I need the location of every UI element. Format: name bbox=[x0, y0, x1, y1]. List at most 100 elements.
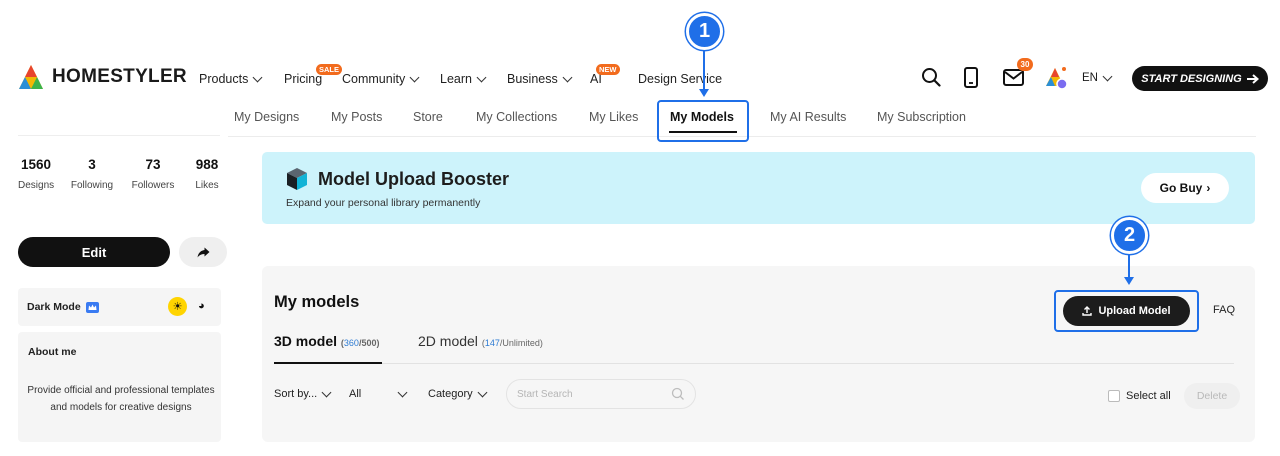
nav-label: Pricing bbox=[284, 72, 323, 86]
language-selector[interactable]: EN bbox=[1082, 71, 1113, 84]
category-dropdown[interactable]: Category bbox=[428, 387, 488, 400]
stat-likes[interactable]: 988 Likes bbox=[192, 157, 222, 191]
tab-3d-model[interactable]: 3D model (360/500) bbox=[274, 333, 379, 349]
chevron-down-icon bbox=[1102, 71, 1113, 81]
stat-value: 73 bbox=[145, 157, 161, 172]
all-dropdown[interactable]: All bbox=[349, 387, 408, 400]
light-mode-toggle[interactable]: ☀ bbox=[168, 297, 187, 316]
chevron-down-icon bbox=[252, 72, 263, 82]
highlight-upload-model bbox=[1054, 290, 1199, 332]
tab-my-designs[interactable]: My Designs bbox=[234, 110, 299, 124]
stat-following[interactable]: 3 Following bbox=[68, 157, 116, 191]
sort-label: Sort by... bbox=[274, 388, 318, 400]
my-models-title: My models bbox=[274, 293, 360, 311]
about-me-card: About me Provide official and profession… bbox=[18, 332, 221, 442]
nav-design-service[interactable]: Design Service bbox=[638, 70, 722, 88]
faq-link[interactable]: FAQ bbox=[1213, 304, 1235, 316]
tab-count: (360/500) bbox=[340, 338, 380, 348]
arrow-right-icon bbox=[1246, 73, 1259, 84]
chevron-down-icon bbox=[409, 72, 420, 82]
tabs-divider bbox=[274, 363, 1234, 364]
new-badge: NEW bbox=[596, 64, 620, 75]
all-label: All bbox=[349, 388, 362, 400]
delete-button[interactable]: Delete bbox=[1184, 383, 1240, 409]
count-used: 360 bbox=[343, 338, 359, 348]
nav-label: Business bbox=[507, 72, 558, 86]
chevron-down-icon bbox=[321, 387, 332, 397]
search-icon[interactable] bbox=[671, 387, 685, 401]
brand-logo[interactable]: HOMESTYLER bbox=[18, 64, 187, 90]
edit-profile-button[interactable]: Edit bbox=[18, 237, 170, 267]
nav-label: Products bbox=[199, 72, 249, 86]
share-arrow-icon bbox=[197, 247, 209, 257]
go-buy-button[interactable]: Go Buy › bbox=[1141, 173, 1229, 203]
nav-label: Community bbox=[342, 72, 406, 86]
search-icon[interactable] bbox=[921, 67, 941, 87]
stat-followers[interactable]: 73 Followers bbox=[130, 157, 176, 191]
brand-name: HOMESTYLER bbox=[52, 66, 187, 87]
arrow-head-icon bbox=[1124, 277, 1134, 285]
chevron-down-icon bbox=[477, 387, 488, 397]
count-limit: /Unlimited bbox=[499, 338, 540, 348]
step-arrow-1 bbox=[703, 50, 705, 90]
search-input[interactable]: Start Search bbox=[506, 379, 696, 409]
share-button[interactable] bbox=[179, 237, 227, 267]
category-label: Category bbox=[428, 388, 473, 400]
dark-mode-label: Dark Mode bbox=[27, 301, 81, 313]
stat-value: 988 bbox=[195, 157, 219, 172]
chevron-down-icon bbox=[397, 387, 408, 397]
active-model-tab-indicator bbox=[274, 362, 382, 364]
about-me-title: About me bbox=[28, 346, 77, 358]
nav-products[interactable]: Products bbox=[199, 70, 263, 88]
sidebar-divider bbox=[18, 135, 220, 136]
select-all-label[interactable]: Select all bbox=[1126, 390, 1171, 402]
select-all-checkbox[interactable] bbox=[1108, 390, 1120, 402]
booster-subtitle: Expand your personal library permanently bbox=[286, 197, 481, 209]
nav-learn[interactable]: Learn bbox=[440, 70, 487, 88]
tab-store[interactable]: Store bbox=[413, 110, 443, 124]
go-buy-label: Go Buy bbox=[1159, 181, 1203, 195]
chevron-right-icon: › bbox=[1206, 181, 1211, 195]
count-used: 147 bbox=[484, 338, 500, 348]
profile-subtabs: My Designs My Posts Store My Collections… bbox=[0, 110, 1280, 126]
step-marker-1: 1 bbox=[686, 13, 723, 50]
tab-label: 3D model bbox=[274, 333, 338, 349]
start-designing-label: START DESIGNING bbox=[1141, 72, 1242, 85]
mobile-icon[interactable] bbox=[963, 67, 979, 88]
tab-my-collections[interactable]: My Collections bbox=[476, 110, 557, 124]
crown-icon bbox=[85, 301, 99, 313]
chevron-down-icon bbox=[476, 72, 487, 82]
tab-my-likes[interactable]: My Likes bbox=[589, 110, 638, 124]
mail-count-badge: 30 bbox=[1017, 58, 1033, 71]
homestyler-logo-icon bbox=[19, 65, 43, 89]
tab-my-subscription[interactable]: My Subscription bbox=[877, 110, 966, 124]
tab-my-posts[interactable]: My Posts bbox=[331, 110, 382, 124]
arrow-head-icon bbox=[699, 89, 709, 97]
stat-label: Likes bbox=[195, 180, 219, 191]
stat-label: Designs bbox=[18, 180, 55, 191]
booster-title: Model Upload Booster bbox=[318, 169, 510, 189]
stat-label: Following bbox=[70, 180, 114, 191]
tab-label: 2D model bbox=[418, 333, 478, 349]
sale-badge: SALE bbox=[316, 64, 343, 75]
avatar[interactable] bbox=[1046, 66, 1068, 90]
dark-mode-label-wrap: Dark Mode bbox=[27, 301, 99, 313]
nav-business[interactable]: Business bbox=[507, 70, 573, 88]
nav-community[interactable]: Community bbox=[342, 70, 420, 88]
count-limit: /500 bbox=[358, 338, 377, 348]
mail-icon[interactable] bbox=[1003, 69, 1024, 86]
step-arrow-2 bbox=[1128, 254, 1130, 278]
tab-2d-model[interactable]: 2D model (147/Unlimited) bbox=[418, 333, 543, 349]
stat-value: 3 bbox=[88, 157, 96, 172]
tab-my-ai-results[interactable]: My AI Results bbox=[770, 110, 846, 124]
chevron-down-icon bbox=[562, 72, 573, 82]
stat-value: 1560 bbox=[20, 157, 52, 172]
nav-label: Design Service bbox=[638, 72, 723, 86]
stat-designs[interactable]: 1560 Designs bbox=[18, 157, 54, 191]
model-upload-booster-banner: Model Upload Booster Expand your persona… bbox=[262, 152, 1255, 224]
highlight-my-models-tab bbox=[657, 100, 749, 142]
sort-by-dropdown[interactable]: Sort by... bbox=[274, 387, 332, 400]
language-label: EN bbox=[1082, 72, 1098, 84]
start-designing-button[interactable]: START DESIGNING bbox=[1132, 66, 1268, 91]
dark-mode-toggle[interactable]: ◕ bbox=[198, 300, 205, 312]
